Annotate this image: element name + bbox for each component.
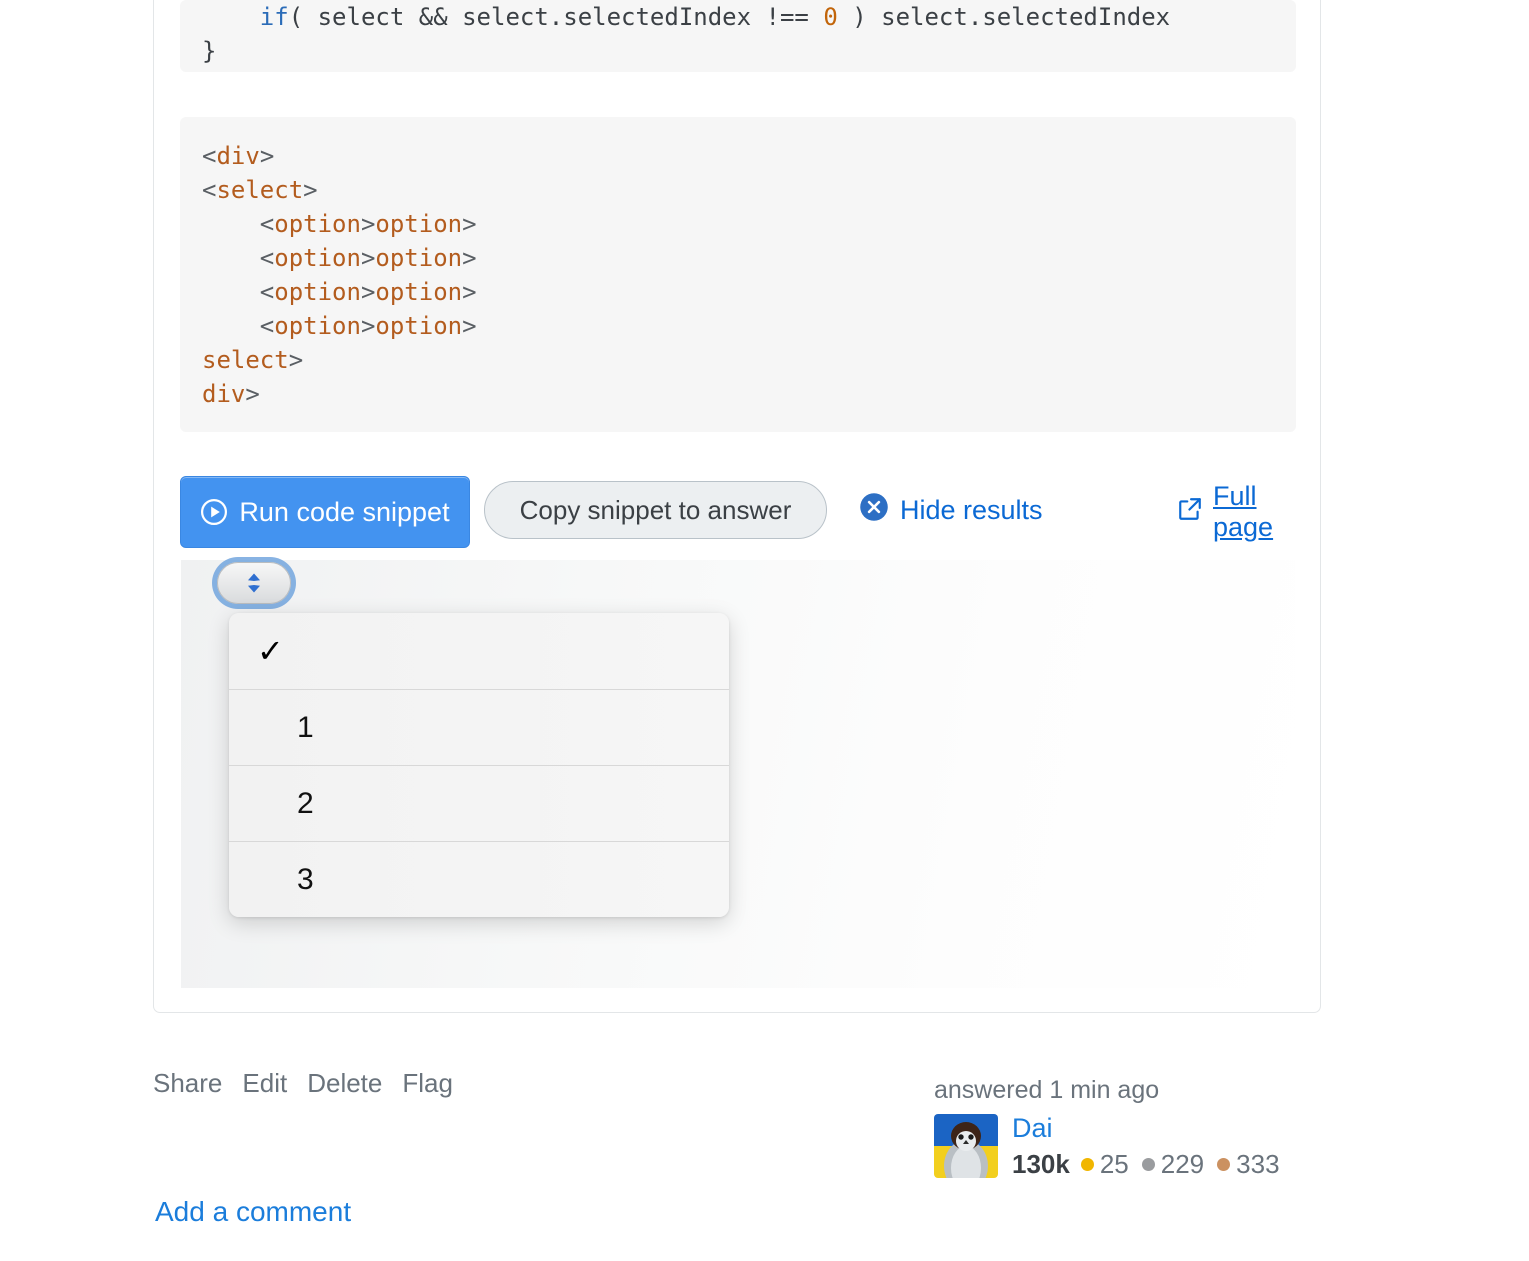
js-condition-b: ) select.selectedIndex (837, 3, 1171, 31)
js-code-block: if( select && select.selectedIndex !== 0… (180, 0, 1296, 72)
post-menu-item-flag[interactable]: Flag (402, 1068, 453, 1099)
checkmark-icon: ✓ (257, 633, 284, 669)
html-code-line: <select> (202, 176, 318, 204)
post-menu: Share Edit Delete Flag (153, 1068, 453, 1099)
html-code-line: <div> (202, 142, 275, 170)
silver-badge[interactable]: 229 (1141, 1149, 1205, 1180)
js-line-1: if( select && select.selectedIndex !== 0… (202, 3, 1170, 31)
full-page-link[interactable]: Full page (1177, 481, 1296, 542)
select-option[interactable]: ✓ (229, 613, 729, 689)
select-option-label: 2 (297, 786, 314, 820)
code-snippet-container: if( select && select.selectedIndex !== 0… (153, 0, 1321, 1013)
html-code-block: <div> <select> <option>option> <option>op… (180, 117, 1296, 432)
silver-badge-icon (1141, 1158, 1155, 1172)
external-link-icon (1177, 496, 1203, 529)
html-code-line: div> (202, 380, 260, 408)
js-line-2: } (202, 37, 217, 65)
answer-user-card: answered 1 min ago Dai 130k 25 229 333 (934, 1076, 1314, 1180)
updown-chevron-icon (242, 569, 266, 597)
gold-badge[interactable]: 25 (1080, 1149, 1129, 1180)
post-menu-item-edit[interactable]: Edit (242, 1068, 287, 1099)
horizontal-scrollbar-track[interactable] (0, 1226, 1529, 1256)
page-root: if( select && select.selectedIndex !== 0… (0, 0, 1529, 1261)
post-menu-item-delete[interactable]: Delete (307, 1068, 382, 1099)
html-code-line: <option>option> (259, 312, 477, 340)
snippet-result-frame: ✓ 1 2 3 (181, 560, 1295, 988)
select-option-label: 3 (297, 862, 314, 896)
add-a-comment-link[interactable]: Add a comment (155, 1196, 351, 1228)
js-number-zero: 0 (823, 3, 838, 31)
copy-snippet-button[interactable]: Copy snippet to answer (484, 481, 827, 539)
js-keyword-if: if (259, 3, 289, 31)
post-menu-item-share[interactable]: Share (153, 1068, 222, 1099)
js-condition-a: ( select && select.selectedIndex !== (288, 3, 824, 31)
play-circle-icon (200, 498, 228, 526)
html-code-line: <option>option> (259, 244, 477, 272)
html-code-line: <option>option> (259, 210, 477, 238)
select-options-popup: ✓ 1 2 3 (229, 613, 729, 917)
gold-badge-icon (1080, 1158, 1094, 1172)
reputation-value: 130k (1012, 1149, 1070, 1180)
select-dropdown-control[interactable] (217, 562, 291, 604)
html-code-line: <option>option> (259, 278, 477, 306)
select-option[interactable]: 3 (229, 841, 729, 917)
gold-badge-count: 25 (1099, 1149, 1129, 1180)
bronze-badge-icon (1217, 1158, 1231, 1172)
hide-results-label: Hide results (900, 494, 1043, 525)
copy-snippet-label: Copy snippet to answer (519, 494, 792, 525)
run-code-snippet-button[interactable]: Run code snippet (180, 476, 470, 548)
penguin-avatar[interactable] (934, 1114, 998, 1178)
user-reputation-row: 130k 25 229 333 (1012, 1149, 1286, 1180)
silver-badge-count: 229 (1160, 1149, 1205, 1180)
close-circle-icon (859, 492, 889, 529)
answer-timestamp: answered 1 min ago (934, 1076, 1160, 1104)
hide-results-button[interactable]: Hide results (859, 490, 1043, 530)
js-indent (202, 3, 260, 31)
answer-username[interactable]: Dai (1012, 1114, 1286, 1143)
run-code-snippet-label: Run code snippet (239, 496, 450, 527)
bronze-badge-count: 333 (1236, 1149, 1280, 1180)
snippet-action-row: Run code snippet Copy snippet to answer … (180, 476, 1296, 548)
select-option[interactable]: 1 (229, 689, 729, 765)
full-page-label: Full page (1213, 481, 1274, 542)
html-code-line: select> (202, 346, 304, 374)
select-option[interactable]: 2 (229, 765, 729, 841)
bronze-badge[interactable]: 333 (1217, 1149, 1280, 1180)
select-option-label: 1 (297, 710, 314, 744)
